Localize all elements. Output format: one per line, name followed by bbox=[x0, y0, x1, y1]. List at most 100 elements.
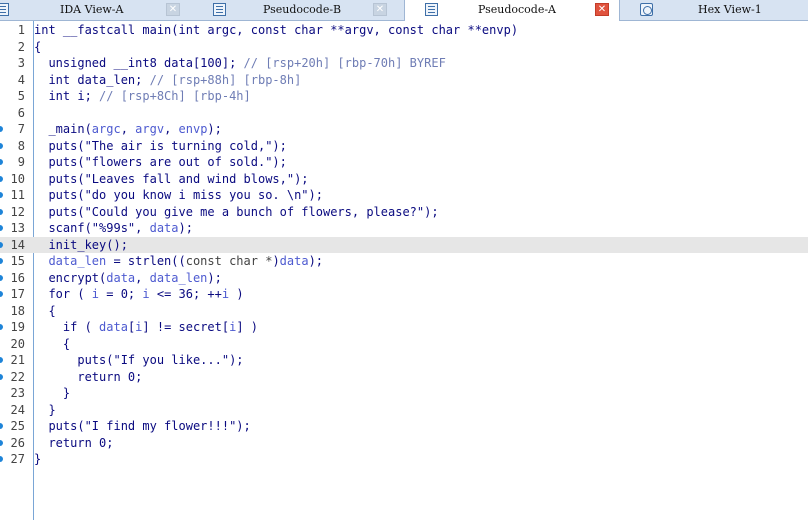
code-token: puts("Could you give me a bunch of flowe… bbox=[34, 204, 439, 219]
code-line[interactable]: 10 puts("Leaves fall and wind blows,"); bbox=[0, 171, 808, 187]
code-line[interactable]: 14 init_key(); bbox=[0, 236, 808, 253]
code-text: { bbox=[34, 336, 70, 352]
code-line[interactable]: 20 { bbox=[0, 336, 808, 352]
tab-hex-view-1[interactable]: Hex View-1 bbox=[620, 0, 808, 20]
code-line[interactable]: 18 { bbox=[0, 303, 808, 319]
code-line[interactable]: 4 int data_len; // [rsp+88h] [rbp-8h] bbox=[0, 72, 808, 88]
code-token: init_key(); bbox=[34, 237, 128, 252]
code-line[interactable]: 12 puts("Could you give me a bunch of fl… bbox=[0, 204, 808, 220]
code-line[interactable]: 6 bbox=[0, 105, 808, 121]
code-token: if ( bbox=[34, 320, 100, 334]
line-number: 12 bbox=[10, 204, 25, 219]
code-token: ); bbox=[178, 221, 193, 235]
code-line[interactable]: 11 puts("do you know i miss you so. \n")… bbox=[0, 187, 808, 203]
line-number: 2 bbox=[17, 39, 25, 54]
code-text: puts("do you know i miss you so. \n"); bbox=[34, 187, 323, 203]
code-token: , bbox=[135, 270, 150, 285]
code-token: puts("do you know i miss you so. \n"); bbox=[34, 188, 323, 202]
code-line[interactable]: 19 if ( data[i] != secret[i] ) bbox=[0, 319, 808, 335]
tab-label: IDA View-A bbox=[60, 3, 124, 16]
pseudocode-editor[interactable]: 1 int __fastcall main(int argc, const cha… bbox=[0, 21, 808, 520]
line-number: 9 bbox=[17, 155, 25, 169]
code-token: puts("If you like..."); bbox=[34, 353, 244, 367]
listing-icon[interactable] bbox=[0, 3, 9, 16]
code-text: unsigned __int8 data[100]; // [rsp+20h] … bbox=[34, 55, 446, 71]
code-token: ); bbox=[308, 254, 324, 268]
code-line[interactable]: 2{ bbox=[0, 39, 808, 55]
code-line[interactable]: 13 scanf("%99s", data); bbox=[0, 220, 808, 236]
code-text: _main(argc, argv, envp); bbox=[34, 121, 222, 137]
code-line[interactable]: 23 } bbox=[0, 385, 808, 401]
code-token: for ( bbox=[34, 287, 92, 301]
code-line[interactable]: 3 unsigned __int8 data[100]; // [rsp+20h… bbox=[0, 55, 808, 71]
code-line[interactable]: 25 puts("I find my flower!!!"); bbox=[0, 418, 808, 434]
code-token: } bbox=[34, 452, 42, 466]
code-token: // [rsp+20h] [rbp-70h] BYREF bbox=[243, 56, 446, 70]
line-number: 27 bbox=[10, 452, 25, 466]
code-token: ); bbox=[207, 122, 222, 136]
code-line[interactable]: 9 puts("flowers are out of sold."); bbox=[0, 154, 808, 170]
code-line[interactable]: 26 return 0; bbox=[0, 435, 808, 451]
code-line[interactable]: 16 encrypt(data, data_len); bbox=[0, 270, 808, 286]
code-token: return 0; bbox=[34, 369, 143, 384]
line-number: 25 bbox=[10, 419, 25, 433]
code-text: { bbox=[34, 39, 41, 55]
close-icon[interactable]: ✕ bbox=[373, 3, 387, 16]
code-line[interactable]: 7 _main(argc, argv, envp); bbox=[0, 121, 808, 137]
code-token: puts("flowers are out of sold."); bbox=[34, 155, 287, 169]
code-line[interactable]: 27} bbox=[0, 451, 808, 467]
code-line[interactable]: 17 for ( i = 0; i <= 36; ++i ) bbox=[0, 286, 808, 302]
code-token: ); bbox=[207, 270, 222, 285]
line-number: 13 bbox=[10, 221, 25, 235]
code-token: } bbox=[34, 402, 56, 417]
code-token: scanf("%99s", bbox=[34, 221, 150, 235]
code-token: ) bbox=[272, 254, 280, 268]
code-token: data bbox=[149, 221, 179, 235]
code-line[interactable]: 8 puts("The air is turning cold,"); bbox=[0, 138, 808, 154]
tab-bar: IDA View-A ✕ Pseudocode-B ✕ Pseudocode-A… bbox=[0, 0, 808, 21]
close-icon[interactable]: ✕ bbox=[166, 3, 180, 16]
line-number: 22 bbox=[10, 369, 25, 384]
tab-pseudocode-b[interactable]: Pseudocode-B ✕ bbox=[199, 0, 404, 20]
code-line[interactable]: 22 return 0; bbox=[0, 369, 808, 385]
code-token: , bbox=[120, 122, 136, 136]
line-number: 3 bbox=[17, 56, 25, 70]
close-icon[interactable]: ✕ bbox=[595, 3, 609, 16]
tab-label: Pseudocode-B bbox=[263, 3, 342, 16]
code-token: encrypt( bbox=[34, 270, 107, 285]
line-number: 18 bbox=[10, 303, 25, 318]
code-token: { bbox=[34, 39, 42, 54]
line-number: 20 bbox=[10, 336, 25, 351]
line-number: 11 bbox=[10, 188, 25, 202]
code-text: } bbox=[34, 402, 56, 418]
code-line[interactable]: 1 int __fastcall main(int argc, const cha… bbox=[0, 22, 808, 38]
code-line[interactable]: 5 int i; // [rsp+8Ch] [rbp-4h] bbox=[0, 88, 808, 104]
code-line[interactable]: 15 data_len = strlen((const char *)data)… bbox=[0, 253, 808, 269]
code-token: puts("The air is turning cold,"); bbox=[34, 138, 287, 153]
code-line[interactable]: 21 puts("If you like..."); bbox=[0, 352, 808, 368]
code-text: puts("I find my flower!!!"); bbox=[34, 418, 250, 434]
code-text: init_key(); bbox=[34, 237, 128, 253]
code-text: int i; // [rsp+8Ch] [rbp-4h] bbox=[34, 88, 251, 104]
code-text: data_len = strlen((const char *)data); bbox=[34, 253, 323, 269]
tab-pseudocode-a[interactable]: Pseudocode-A ✕ bbox=[404, 0, 620, 21]
code-token: int data_len; bbox=[34, 72, 150, 87]
code-text: int data_len; // [rsp+88h] [rbp-8h] bbox=[34, 72, 301, 88]
code-token: // [rsp+8Ch] [rbp-4h] bbox=[99, 89, 251, 103]
code-text: encrypt(data, data_len); bbox=[34, 270, 222, 286]
code-line[interactable]: 24 } bbox=[0, 402, 808, 418]
code-text: puts("If you like..."); bbox=[34, 352, 244, 368]
line-number: 14 bbox=[10, 237, 25, 252]
code-token: i bbox=[142, 287, 150, 301]
code-token: int __fastcall main(int argc, const char… bbox=[34, 23, 519, 37]
line-number: 17 bbox=[10, 287, 25, 301]
code-token: data_len bbox=[149, 270, 208, 285]
code-text: if ( data[i] != secret[i] ) bbox=[34, 319, 258, 335]
tab-ida-view-a[interactable]: IDA View-A ✕ bbox=[14, 0, 199, 20]
code-text: } bbox=[34, 385, 70, 401]
line-number: 19 bbox=[10, 320, 25, 334]
code-text: scanf("%99s", data); bbox=[34, 220, 193, 236]
code-token: data bbox=[279, 254, 309, 268]
code-token: return 0; bbox=[34, 435, 114, 450]
code-token: ] != secret[ bbox=[142, 320, 230, 334]
